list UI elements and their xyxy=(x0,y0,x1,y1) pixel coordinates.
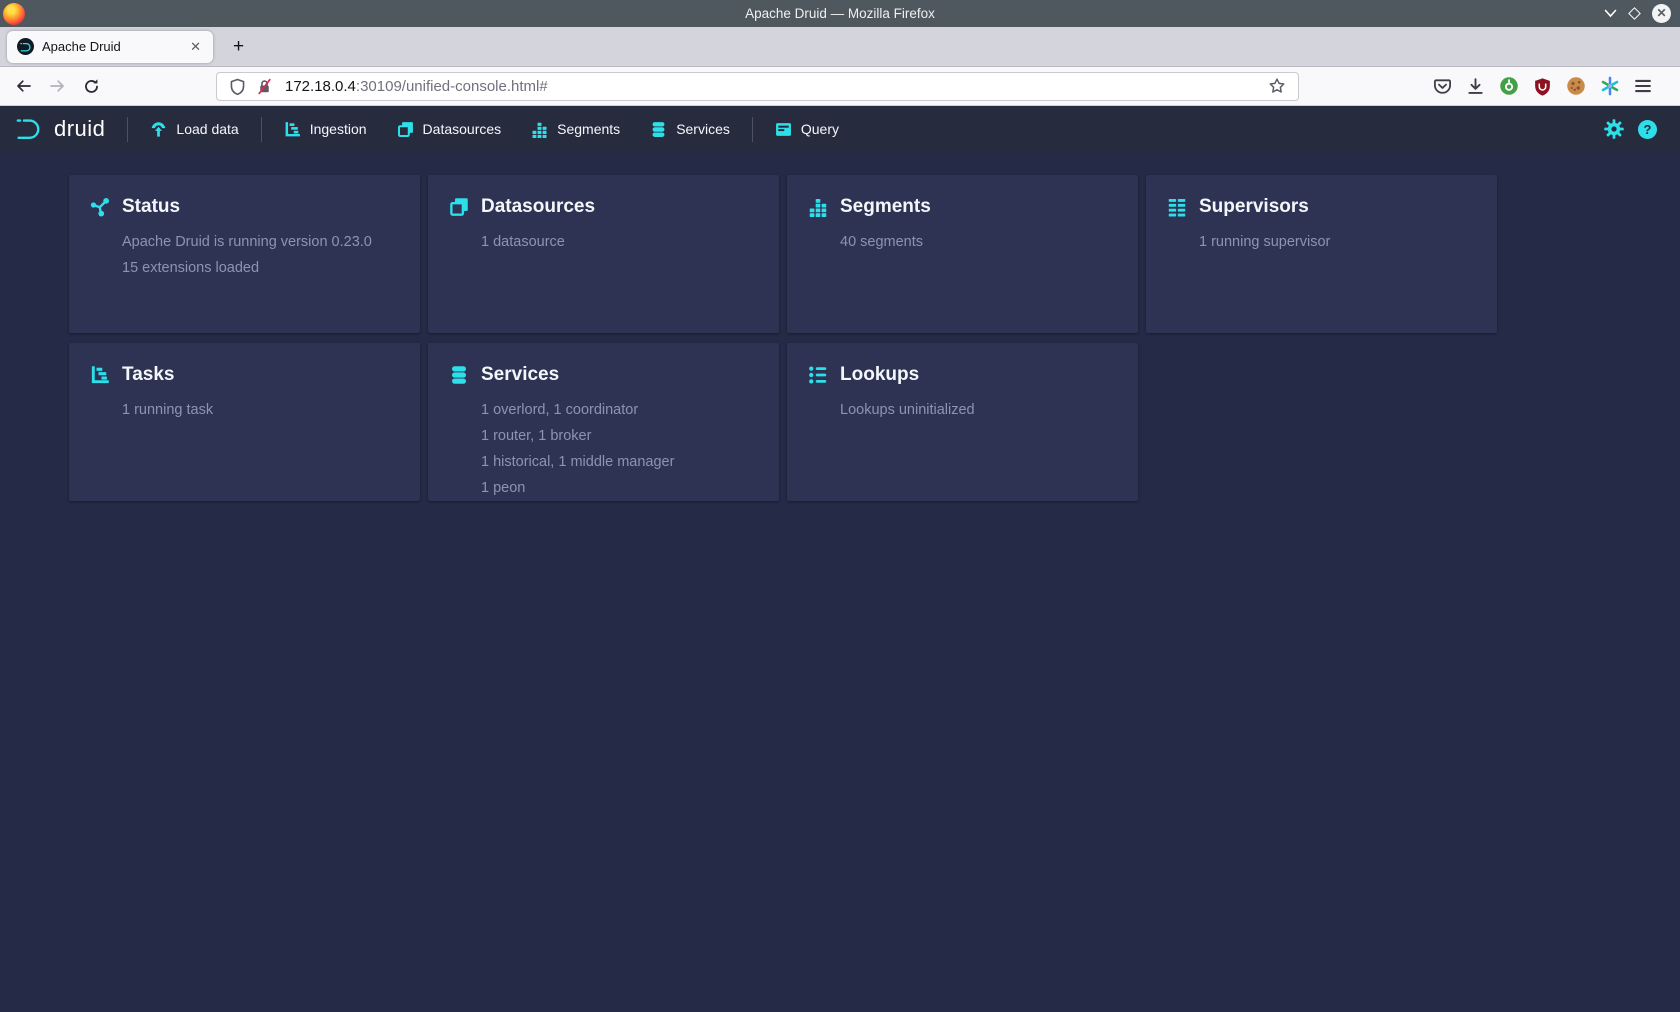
card-title: Segments xyxy=(840,196,931,218)
card-line: 1 running task xyxy=(122,397,400,423)
card-title: Supervisors xyxy=(1199,196,1309,218)
card-line: 1 peon xyxy=(481,475,759,501)
cookie-ext-icon[interactable] xyxy=(1566,76,1586,96)
star-icon[interactable] xyxy=(1268,77,1286,95)
pocket-icon[interactable] xyxy=(1433,77,1452,96)
card-line: 1 running supervisor xyxy=(1199,229,1477,255)
nav-item-ingestion[interactable]: Ingestion xyxy=(284,121,367,138)
menu-icon[interactable] xyxy=(1634,78,1652,94)
window-title: Apache Druid — Mozilla Firefox xyxy=(0,6,1680,21)
properties-icon xyxy=(808,365,828,385)
card-datasources[interactable]: Datasources 1 datasource xyxy=(428,175,779,333)
ublock-ext-icon[interactable] xyxy=(1533,77,1552,96)
help-icon[interactable]: ? xyxy=(1638,120,1657,139)
privacy-ext-icon[interactable] xyxy=(1499,76,1519,96)
layers-icon xyxy=(449,197,469,217)
nav-item-load-data[interactable]: Load data xyxy=(150,121,238,138)
minimize-button[interactable] xyxy=(1604,9,1617,18)
browser-toolbar: 172.18.0.4:30109/unified-console.html# xyxy=(0,67,1680,106)
nav-item-services[interactable]: Services xyxy=(650,121,730,138)
shield-icon[interactable] xyxy=(229,78,246,95)
tab-close-icon[interactable]: ✕ xyxy=(186,37,205,57)
forward-icon[interactable] xyxy=(49,78,66,94)
download-icon[interactable] xyxy=(1466,77,1485,96)
tab-apache-druid[interactable]: Apache Druid ✕ xyxy=(7,31,213,63)
database-icon xyxy=(650,121,667,138)
card-status[interactable]: Status Apache Druid is running version 0… xyxy=(69,175,420,333)
gantt-icon xyxy=(284,121,301,138)
upload-icon xyxy=(150,121,167,138)
diamond-icon xyxy=(1628,7,1641,20)
gantt-icon xyxy=(90,365,110,385)
card-title: Services xyxy=(481,364,559,386)
card-supervisors[interactable]: Supervisors 1 running supervisor xyxy=(1146,175,1497,333)
reload-icon[interactable] xyxy=(83,78,100,95)
card-title: Datasources xyxy=(481,196,595,218)
card-title: Status xyxy=(122,196,180,218)
brand-wordmark: druid xyxy=(54,116,105,142)
card-line: Apache Druid is running version 0.23.0 xyxy=(122,229,400,255)
url-host: 172.18.0.4 xyxy=(285,78,356,95)
window-titlebar: Apache Druid — Mozilla Firefox ✕ xyxy=(0,0,1680,27)
druid-brand[interactable]: druid xyxy=(15,114,105,144)
url-bar[interactable]: 172.18.0.4:30109/unified-console.html# xyxy=(216,72,1299,101)
navbar-separator xyxy=(752,117,753,142)
nav-item-segments[interactable]: Segments xyxy=(531,121,620,138)
card-lookups[interactable]: Lookups Lookups uninitialized xyxy=(787,343,1138,501)
card-line: 1 datasource xyxy=(481,229,759,255)
card-line: 15 extensions loaded xyxy=(122,255,400,281)
stacked-chart-icon xyxy=(808,197,828,217)
home-view: Status Apache Druid is running version 0… xyxy=(0,152,1680,1012)
new-tab-button[interactable]: + xyxy=(227,36,250,58)
navbar-separator xyxy=(127,117,128,142)
graph-icon xyxy=(90,197,110,217)
card-line: 1 overlord, 1 coordinator xyxy=(481,397,759,423)
console-icon xyxy=(775,121,792,138)
druid-favicon-icon xyxy=(17,38,34,55)
card-tasks[interactable]: Tasks 1 running task xyxy=(69,343,420,501)
tab-title: Apache Druid xyxy=(42,39,186,54)
lock-slash-icon[interactable] xyxy=(256,78,273,95)
url-path: :30109/unified-console.html# xyxy=(356,78,548,95)
asterisk-ext-icon[interactable] xyxy=(1600,76,1620,96)
nav-item-datasources[interactable]: Datasources xyxy=(397,121,502,138)
layers-icon xyxy=(397,121,414,138)
navbar-separator xyxy=(261,117,262,142)
maximize-button[interactable] xyxy=(1630,9,1639,18)
list-columns-icon xyxy=(1167,197,1187,217)
card-title: Tasks xyxy=(122,364,174,386)
card-line: 1 historical, 1 middle manager xyxy=(481,449,759,475)
back-icon[interactable] xyxy=(15,78,32,94)
card-line: 40 segments xyxy=(840,229,1118,255)
card-segments[interactable]: Segments 40 segments xyxy=(787,175,1138,333)
druid-logo-icon xyxy=(15,114,45,144)
tab-bar: Apache Druid ✕ + xyxy=(0,27,1680,67)
card-title: Lookups xyxy=(840,364,919,386)
card-line: Lookups uninitialized xyxy=(840,397,1118,423)
url-text[interactable]: 172.18.0.4:30109/unified-console.html# xyxy=(285,78,1268,95)
database-icon xyxy=(449,365,469,385)
druid-navbar: druid Load data Ingestion Datasources Se… xyxy=(0,106,1680,152)
close-button[interactable]: ✕ xyxy=(1652,4,1671,23)
nav-item-query[interactable]: Query xyxy=(775,121,839,138)
firefox-logo-icon xyxy=(3,3,25,25)
card-services[interactable]: Services 1 overlord, 1 coordinator 1 rou… xyxy=(428,343,779,501)
stacked-chart-icon xyxy=(531,121,548,138)
chevron-down-icon xyxy=(1604,9,1617,18)
circle-x-icon: ✕ xyxy=(1652,4,1671,23)
card-line: 1 router, 1 broker xyxy=(481,423,759,449)
gear-icon[interactable] xyxy=(1604,119,1624,139)
